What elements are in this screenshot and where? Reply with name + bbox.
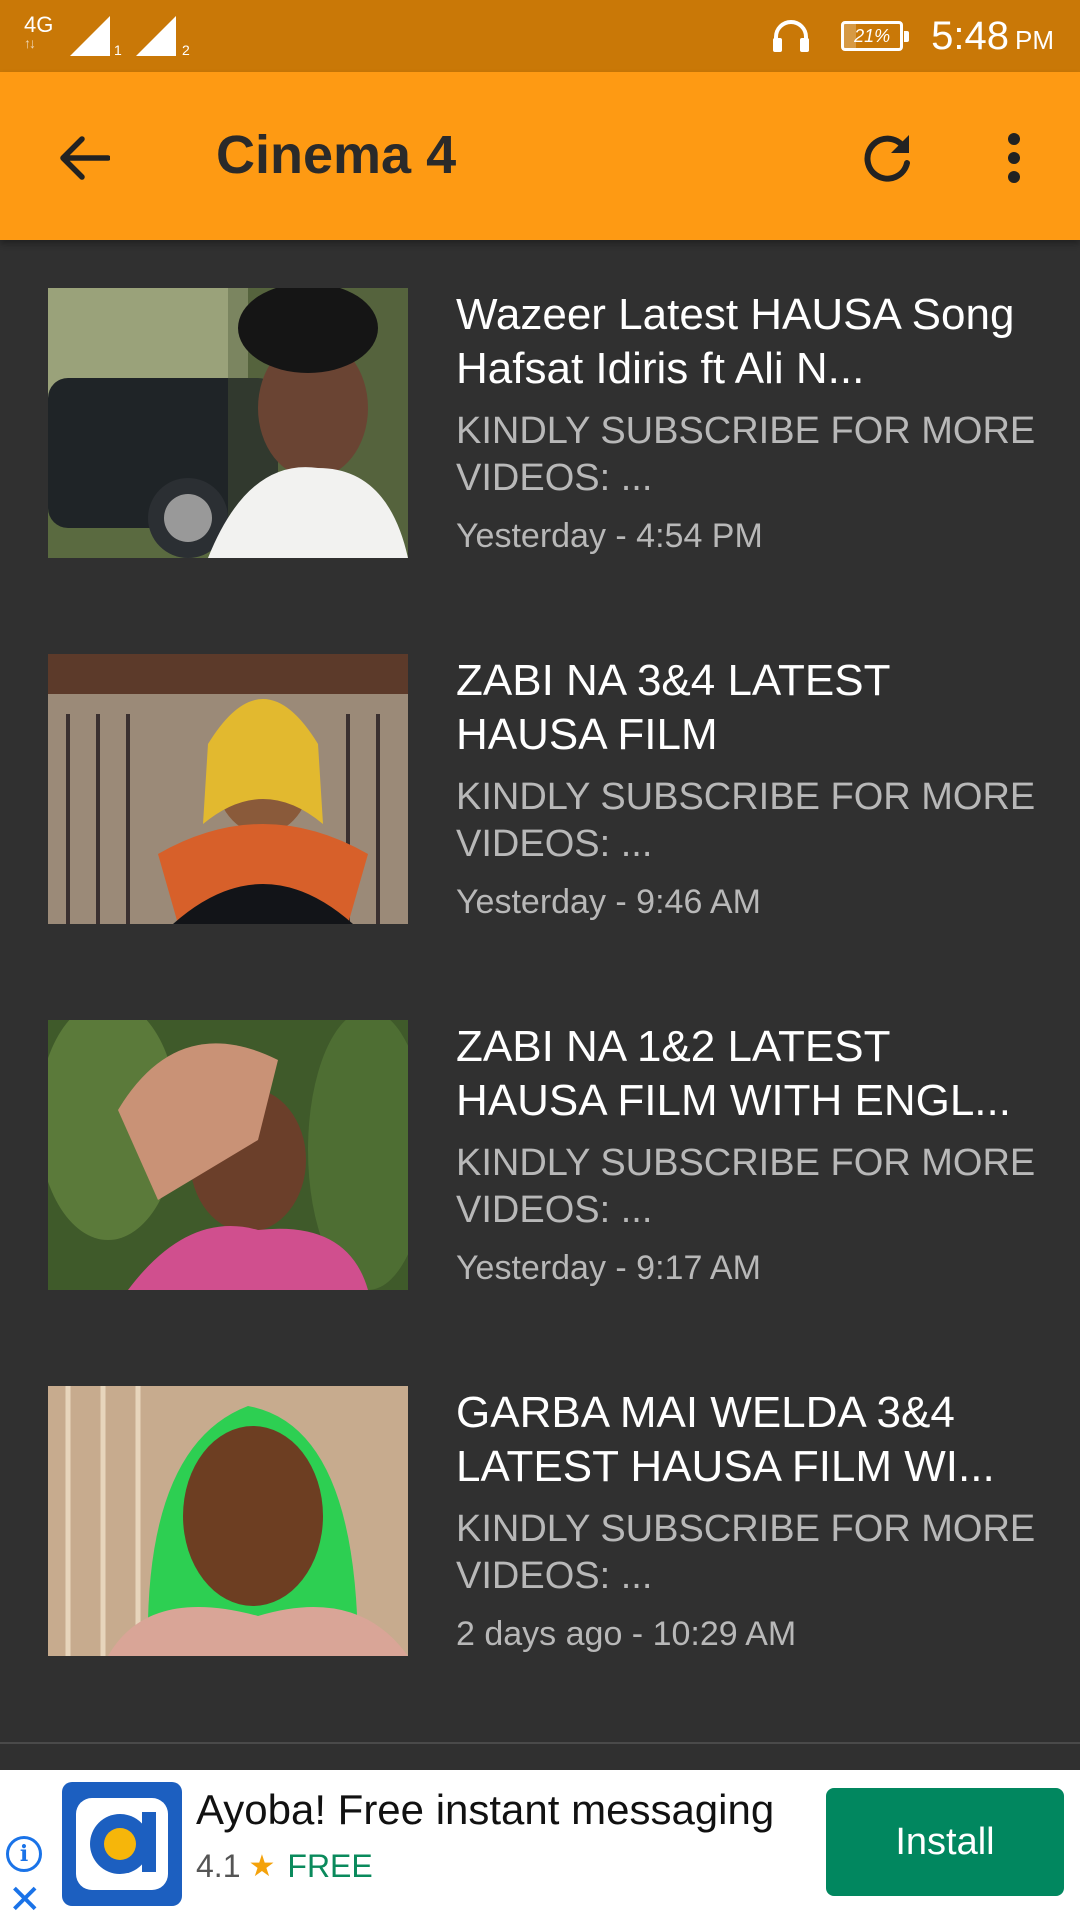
sim2-label: 2 [182, 42, 190, 58]
video-list-item[interactable]: GARBA MAI WELDA 3&4 LATEST HAUSA FILM WI… [0, 1338, 1080, 1704]
video-description: KINDLY SUBSCRIBE FOR MORE VIDEOS: ... [456, 776, 1036, 865]
price-label: FREE [287, 1848, 373, 1884]
battery-icon: 21% [841, 21, 910, 51]
info-icon[interactable]: i [6, 1836, 42, 1872]
video-date: Yesterday - 9:17 AM [456, 1249, 761, 1287]
close-icon[interactable]: ✕ [8, 1880, 42, 1920]
ad-banner[interactable]: i ✕ Ayoba! Free instant messaging 4.1 ★ … [0, 1770, 1080, 1920]
video-list-item[interactable]: Wazeer Latest HAUSA Song Hafsat Idiris f… [0, 240, 1080, 606]
video-title: GARBA MAI WELDA 3&4 LATEST HAUSA FILM WI… [456, 1388, 995, 1491]
app-logo[interactable] [62, 1782, 182, 1906]
headphones-icon [773, 20, 810, 52]
battery-percent: 21% [854, 25, 891, 46]
refresh-button[interactable] [848, 118, 928, 198]
rating-value: 4.1 [196, 1848, 241, 1884]
clock-time: 5:48 [931, 13, 1009, 58]
network-type: 4G [24, 12, 54, 37]
install-button[interactable]: Install [826, 1788, 1064, 1896]
signal-icon [70, 16, 110, 56]
signal-icon [136, 16, 176, 56]
video-thumbnail[interactable] [48, 1020, 408, 1290]
status-bar: 4G ↑↓ 1 2 21% 5:48 PM [0, 0, 1080, 72]
video-thumbnail[interactable] [48, 654, 408, 924]
video-description: KINDLY SUBSCRIBE FOR MORE VIDEOS: ... [456, 1508, 1036, 1597]
video-list-item[interactable]: ZABI NA 3&4 LATEST HAUSA FILM KINDLY SUB… [0, 606, 1080, 972]
sim1-label: 1 [114, 42, 122, 58]
video-title: ZABI NA 1&2 LATEST HAUSA FILM WITH ENGL.… [456, 1022, 1011, 1125]
video-date: 2 days ago - 10:29 AM [456, 1615, 797, 1653]
network-indicator: 4G ↑↓ [24, 12, 54, 51]
back-button[interactable] [44, 118, 124, 198]
page-title: Cinema 4 [216, 125, 457, 185]
clock-ampm: PM [1015, 24, 1054, 55]
more-options-button[interactable] [974, 118, 1054, 198]
video-date: Yesterday - 9:46 AM [456, 883, 761, 921]
data-arrows-icon: ↑↓ [24, 35, 36, 51]
video-list-item[interactable]: ZABI NA 1&2 LATEST HAUSA FILM WITH ENGL.… [0, 972, 1080, 1338]
more-vert-icon [1008, 133, 1020, 183]
video-title: Wazeer Latest HAUSA Song Hafsat Idiris f… [456, 290, 1015, 393]
star-icon: ★ [248, 1850, 276, 1883]
ad-title: Ayoba! Free instant messaging [196, 1786, 775, 1833]
arrow-left-icon [60, 136, 110, 180]
video-description: KINDLY SUBSCRIBE FOR MORE VIDEOS: ... [456, 410, 1036, 499]
refresh-icon [864, 135, 910, 182]
video-thumbnail[interactable] [48, 1386, 408, 1656]
divider [0, 1742, 1080, 1744]
video-date: Yesterday - 4:54 PM [456, 517, 763, 555]
video-description: KINDLY SUBSCRIBE FOR MORE VIDEOS: ... [456, 1142, 1036, 1231]
ad-rating: 4.1 ★ FREE [196, 1848, 373, 1885]
video-title: ZABI NA 3&4 LATEST HAUSA FILM [456, 656, 890, 759]
clock: 5:48 PM [931, 14, 1054, 59]
video-thumbnail[interactable] [48, 288, 408, 558]
app-bar: Cinema 4 [0, 72, 1080, 240]
